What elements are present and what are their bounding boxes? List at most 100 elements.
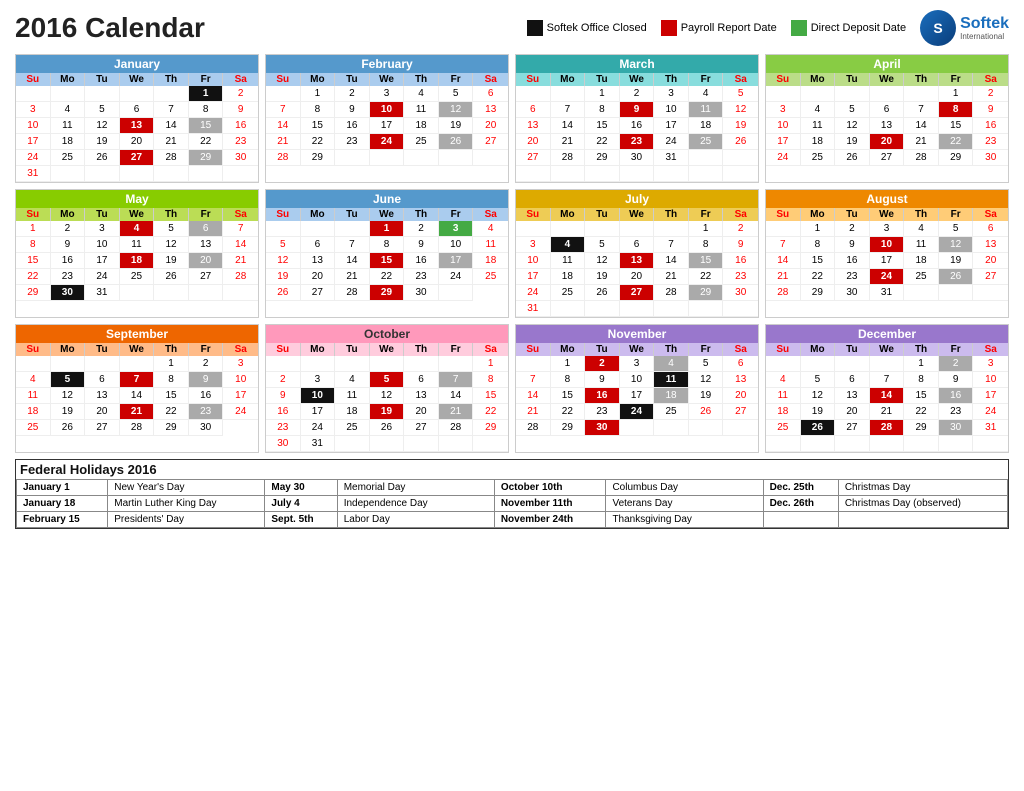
cal-cell: 22 <box>301 134 336 150</box>
dow-th: Th <box>404 208 439 221</box>
cal-cell: 11 <box>904 237 939 253</box>
legend-closed: Softek Office Closed <box>527 20 647 36</box>
cal-cell: 10 <box>516 253 551 269</box>
dow-th: Th <box>154 343 189 356</box>
cal-cell: 19 <box>585 269 620 285</box>
october-calendar: October Su Mo Tu We Th Fr Sa 1 2 3 4 5 6… <box>265 324 509 453</box>
cal-cell: 9 <box>51 237 86 253</box>
september-dow: Su Mo Tu We Th Fr Sa <box>16 343 258 356</box>
cal-cell-jul-15: 15 <box>689 253 724 269</box>
cal-cell: 26 <box>51 420 86 436</box>
cal-cell-jul-29: 29 <box>689 285 724 301</box>
cal-cell: 27 <box>870 150 905 166</box>
cal-cell <box>301 221 336 237</box>
cal-cell: 1 <box>585 86 620 102</box>
cal-cell: 15 <box>473 388 508 404</box>
dow-tu: Tu <box>335 73 370 86</box>
dow-su: Su <box>766 343 801 356</box>
february-header: February <box>266 55 508 73</box>
cal-cell: 4 <box>335 372 370 388</box>
cal-cell: 1 <box>689 221 724 237</box>
cal-cell: 2 <box>939 356 974 372</box>
cal-cell: 23 <box>266 420 301 436</box>
cal-cell: 27 <box>723 404 758 420</box>
cal-cell: 28 <box>223 269 258 285</box>
cal-cell: 17 <box>973 388 1008 404</box>
cal-cell: 11 <box>335 388 370 404</box>
dow-th: Th <box>904 208 939 221</box>
cal-cell: 16 <box>266 404 301 420</box>
dow-fr: Fr <box>439 208 474 221</box>
cal-cell: 21 <box>654 269 689 285</box>
holiday-name: New Year's Day <box>108 480 265 496</box>
cal-cell: 20 <box>120 134 155 150</box>
cal-cell <box>766 221 801 237</box>
cal-cell: 31 <box>870 285 905 301</box>
dow-mo: Mo <box>301 73 336 86</box>
cal-cell: 9 <box>939 372 974 388</box>
cal-cell: 14 <box>223 237 258 253</box>
cal-cell: 1 <box>551 356 586 372</box>
dow-su: Su <box>16 73 51 86</box>
cal-cell <box>689 166 724 182</box>
cal-cell: 23 <box>404 269 439 285</box>
cal-cell <box>801 356 836 372</box>
cal-cell: 4 <box>689 86 724 102</box>
federal-holidays-title: Federal Holidays 2016 <box>16 460 1008 479</box>
august-calendar: August Su Mo Tu We Th Fr Sa 1 2 3 4 5 6 … <box>765 189 1009 318</box>
cal-cell <box>904 436 939 452</box>
cal-cell: 21 <box>551 134 586 150</box>
cal-cell: 5 <box>85 102 120 118</box>
september-grid: 1 2 3 4 5 6 7 8 9 10 11 12 13 14 15 16 1… <box>16 356 258 436</box>
december-header: December <box>766 325 1008 343</box>
dow-fr: Fr <box>689 343 724 356</box>
cal-cell: 11 <box>473 237 508 253</box>
cal-cell: 12 <box>51 388 86 404</box>
cal-cell-jul-4: 4 <box>551 237 586 253</box>
cal-cell <box>766 436 801 452</box>
cal-cell: 31 <box>301 436 336 452</box>
holiday-date: Sept. 5th <box>265 512 337 528</box>
holiday-date: July 4 <box>265 496 337 512</box>
cal-cell: 27 <box>189 269 224 285</box>
cal-cell-oct-5: 5 <box>370 372 405 388</box>
cal-cell: 10 <box>85 237 120 253</box>
cal-cell: 30 <box>939 420 974 436</box>
cal-cell <box>654 301 689 317</box>
cal-cell <box>154 86 189 102</box>
cal-cell: 9 <box>335 102 370 118</box>
cal-cell: 24 <box>16 150 51 166</box>
cal-cell-may-4: 4 <box>120 221 155 237</box>
cal-cell: 29 <box>16 285 51 301</box>
cal-cell: 2 <box>973 86 1008 102</box>
cal-cell: 6 <box>870 102 905 118</box>
cal-cell: 14 <box>904 118 939 134</box>
cal-cell: 28 <box>551 150 586 166</box>
dow-su: Su <box>766 208 801 221</box>
cal-cell: 23 <box>585 404 620 420</box>
cal-cell: 31 <box>973 420 1008 436</box>
cal-cell: 9 <box>585 372 620 388</box>
cal-cell: 7 <box>154 102 189 118</box>
cal-cell <box>835 356 870 372</box>
holiday-date: Dec. 25th <box>763 480 838 496</box>
cal-cell: 3 <box>16 102 51 118</box>
cal-cell: 4 <box>16 372 51 388</box>
cal-cell: 25 <box>766 420 801 436</box>
cal-cell: 7 <box>654 237 689 253</box>
cal-cell: 21 <box>266 134 301 150</box>
cal-cell: 26 <box>723 134 758 150</box>
dow-we: We <box>120 343 155 356</box>
cal-cell: 28 <box>516 420 551 436</box>
cal-cell: 24 <box>301 420 336 436</box>
cal-cell: 29 <box>551 420 586 436</box>
cal-cell: 14 <box>154 118 189 134</box>
holiday-row: February 15 Presidents' Day Sept. 5th La… <box>17 512 1008 528</box>
june-dow: Su Mo Tu We Th Fr Sa <box>266 208 508 221</box>
cal-cell: 21 <box>766 269 801 285</box>
cal-cell: 31 <box>85 285 120 301</box>
dow-sa: Sa <box>723 73 758 86</box>
dow-th: Th <box>654 208 689 221</box>
cal-cell: 1 <box>473 356 508 372</box>
cal-cell-oct-10: 10 <box>301 388 336 404</box>
